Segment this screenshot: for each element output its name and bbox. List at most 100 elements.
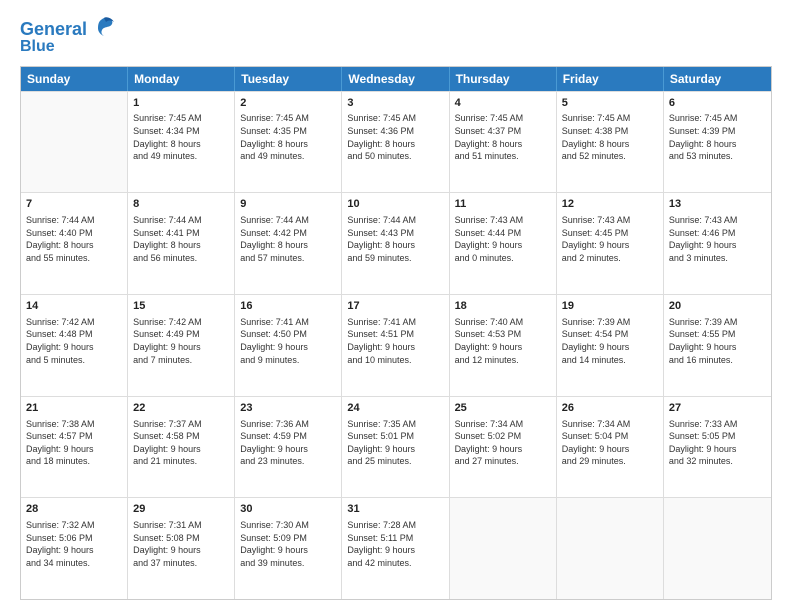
logo-blue-text: Blue [20, 38, 55, 56]
weekday-header-tuesday: Tuesday [235, 67, 342, 91]
day-info: Sunrise: 7:44 AM Sunset: 4:40 PM Dayligh… [26, 214, 122, 264]
day-cell-19: 19 Sunrise: 7:39 AM Sunset: 4:54 PM Dayli… [557, 295, 664, 396]
day-number: 11 [455, 197, 551, 212]
day-cell-29: 29 Sunrise: 7:31 AM Sunset: 5:08 PM Dayli… [128, 498, 235, 599]
day-number: 21 [26, 401, 122, 416]
day-number: 14 [26, 299, 122, 314]
day-number: 18 [455, 299, 551, 314]
day-info: Sunrise: 7:44 AM Sunset: 4:43 PM Dayligh… [347, 214, 443, 264]
day-info: Sunrise: 7:45 AM Sunset: 4:35 PM Dayligh… [240, 112, 336, 162]
day-cell-3: 3Sunrise: 7:45 AM Sunset: 4:36 PM Daylig… [342, 92, 449, 193]
calendar-row-2: 14 Sunrise: 7:42 AM Sunset: 4:48 PM Dayli… [21, 294, 771, 396]
day-cell-17: 17Sunrise: 7:41 AM Sunset: 4:51 PM Dayli… [342, 295, 449, 396]
day-info: Sunrise: 7:31 AM Sunset: 5:08 PM Dayligh… [133, 519, 229, 569]
day-cell-10: 10 Sunrise: 7:44 AM Sunset: 4:43 PM Dayli… [342, 193, 449, 294]
day-number: 6 [669, 96, 766, 111]
day-number: 17 [347, 299, 443, 314]
day-info: Sunrise: 7:42 AM Sunset: 4:48 PM Dayligh… [26, 316, 122, 366]
day-cell-2: 2Sunrise: 7:45 AM Sunset: 4:35 PM Daylig… [235, 92, 342, 193]
empty-cell [21, 92, 128, 193]
day-number: 4 [455, 96, 551, 111]
empty-cell [664, 498, 771, 599]
day-cell-4: 4Sunrise: 7:45 AM Sunset: 4:37 PM Daylig… [450, 92, 557, 193]
day-cell-21: 21 Sunrise: 7:38 AM Sunset: 4:57 PM Dayli… [21, 397, 128, 498]
day-cell-14: 14 Sunrise: 7:42 AM Sunset: 4:48 PM Dayli… [21, 295, 128, 396]
day-info: Sunrise: 7:43 AM Sunset: 4:44 PM Dayligh… [455, 214, 551, 264]
logo: General Blue [20, 18, 118, 56]
day-number: 31 [347, 502, 443, 517]
weekday-header-thursday: Thursday [450, 67, 557, 91]
day-cell-9: 9Sunrise: 7:44 AM Sunset: 4:42 PM Daylig… [235, 193, 342, 294]
day-cell-26: 26 Sunrise: 7:34 AM Sunset: 5:04 PM Dayli… [557, 397, 664, 498]
day-info: Sunrise: 7:30 AM Sunset: 5:09 PM Dayligh… [240, 519, 336, 569]
day-info: Sunrise: 7:45 AM Sunset: 4:34 PM Dayligh… [133, 112, 229, 162]
page-header: General Blue [20, 18, 772, 56]
day-cell-23: 23Sunrise: 7:36 AM Sunset: 4:59 PM Dayli… [235, 397, 342, 498]
day-info: Sunrise: 7:37 AM Sunset: 4:58 PM Dayligh… [133, 418, 229, 468]
day-cell-12: 12Sunrise: 7:43 AM Sunset: 4:45 PM Dayli… [557, 193, 664, 294]
day-info: Sunrise: 7:35 AM Sunset: 5:01 PM Dayligh… [347, 418, 443, 468]
day-info: Sunrise: 7:38 AM Sunset: 4:57 PM Dayligh… [26, 418, 122, 468]
day-info: Sunrise: 7:32 AM Sunset: 5:06 PM Dayligh… [26, 519, 122, 569]
day-cell-5: 5Sunrise: 7:45 AM Sunset: 4:38 PM Daylig… [557, 92, 664, 193]
day-number: 24 [347, 401, 443, 416]
calendar-row-3: 21 Sunrise: 7:38 AM Sunset: 4:57 PM Dayli… [21, 396, 771, 498]
day-number: 25 [455, 401, 551, 416]
day-info: Sunrise: 7:34 AM Sunset: 5:04 PM Dayligh… [562, 418, 658, 468]
weekday-header-sunday: Sunday [21, 67, 128, 91]
calendar-page: General Blue SundayMondayTuesdayWednesda… [0, 0, 792, 612]
calendar-row-4: 28Sunrise: 7:32 AM Sunset: 5:06 PM Dayli… [21, 497, 771, 599]
day-cell-22: 22 Sunrise: 7:37 AM Sunset: 4:58 PM Dayli… [128, 397, 235, 498]
day-cell-15: 15Sunrise: 7:42 AM Sunset: 4:49 PM Dayli… [128, 295, 235, 396]
weekday-header-wednesday: Wednesday [342, 67, 449, 91]
day-info: Sunrise: 7:39 AM Sunset: 4:55 PM Dayligh… [669, 316, 766, 366]
day-number: 20 [669, 299, 766, 314]
day-cell-18: 18 Sunrise: 7:40 AM Sunset: 4:53 PM Dayli… [450, 295, 557, 396]
day-number: 1 [133, 96, 229, 111]
day-cell-8: 8 Sunrise: 7:44 AM Sunset: 4:41 PM Daylig… [128, 193, 235, 294]
calendar-row-0: 1Sunrise: 7:45 AM Sunset: 4:34 PM Daylig… [21, 91, 771, 193]
day-info: Sunrise: 7:45 AM Sunset: 4:39 PM Dayligh… [669, 112, 766, 162]
day-cell-27: 27Sunrise: 7:33 AM Sunset: 5:05 PM Dayli… [664, 397, 771, 498]
logo-bird-icon [90, 14, 118, 42]
day-info: Sunrise: 7:45 AM Sunset: 4:38 PM Dayligh… [562, 112, 658, 162]
day-number: 3 [347, 96, 443, 111]
day-cell-31: 31 Sunrise: 7:28 AM Sunset: 5:11 PM Dayli… [342, 498, 449, 599]
logo-text: General [20, 20, 87, 40]
day-number: 29 [133, 502, 229, 517]
day-number: 15 [133, 299, 229, 314]
day-cell-13: 13 Sunrise: 7:43 AM Sunset: 4:46 PM Dayli… [664, 193, 771, 294]
day-number: 30 [240, 502, 336, 517]
day-number: 12 [562, 197, 658, 212]
day-cell-6: 6Sunrise: 7:45 AM Sunset: 4:39 PM Daylig… [664, 92, 771, 193]
day-info: Sunrise: 7:43 AM Sunset: 4:46 PM Dayligh… [669, 214, 766, 264]
day-number: 10 [347, 197, 443, 212]
day-number: 7 [26, 197, 122, 212]
day-info: Sunrise: 7:40 AM Sunset: 4:53 PM Dayligh… [455, 316, 551, 366]
day-number: 26 [562, 401, 658, 416]
day-info: Sunrise: 7:45 AM Sunset: 4:37 PM Dayligh… [455, 112, 551, 162]
day-cell-30: 30 Sunrise: 7:30 AM Sunset: 5:09 PM Dayli… [235, 498, 342, 599]
day-number: 16 [240, 299, 336, 314]
day-cell-1: 1Sunrise: 7:45 AM Sunset: 4:34 PM Daylig… [128, 92, 235, 193]
day-cell-28: 28Sunrise: 7:32 AM Sunset: 5:06 PM Dayli… [21, 498, 128, 599]
day-info: Sunrise: 7:36 AM Sunset: 4:59 PM Dayligh… [240, 418, 336, 468]
day-cell-7: 7 Sunrise: 7:44 AM Sunset: 4:40 PM Daylig… [21, 193, 128, 294]
day-info: Sunrise: 7:44 AM Sunset: 4:41 PM Dayligh… [133, 214, 229, 264]
calendar-grid: SundayMondayTuesdayWednesdayThursdayFrid… [20, 66, 772, 600]
day-number: 13 [669, 197, 766, 212]
calendar-body: 1Sunrise: 7:45 AM Sunset: 4:34 PM Daylig… [21, 91, 771, 599]
day-number: 9 [240, 197, 336, 212]
day-info: Sunrise: 7:28 AM Sunset: 5:11 PM Dayligh… [347, 519, 443, 569]
empty-cell [557, 498, 664, 599]
day-cell-24: 24 Sunrise: 7:35 AM Sunset: 5:01 PM Dayli… [342, 397, 449, 498]
day-info: Sunrise: 7:41 AM Sunset: 4:50 PM Dayligh… [240, 316, 336, 366]
day-number: 8 [133, 197, 229, 212]
day-number: 22 [133, 401, 229, 416]
day-number: 19 [562, 299, 658, 314]
day-info: Sunrise: 7:39 AM Sunset: 4:54 PM Dayligh… [562, 316, 658, 366]
day-cell-11: 11 Sunrise: 7:43 AM Sunset: 4:44 PM Dayli… [450, 193, 557, 294]
day-number: 2 [240, 96, 336, 111]
day-number: 27 [669, 401, 766, 416]
weekday-header-saturday: Saturday [664, 67, 771, 91]
